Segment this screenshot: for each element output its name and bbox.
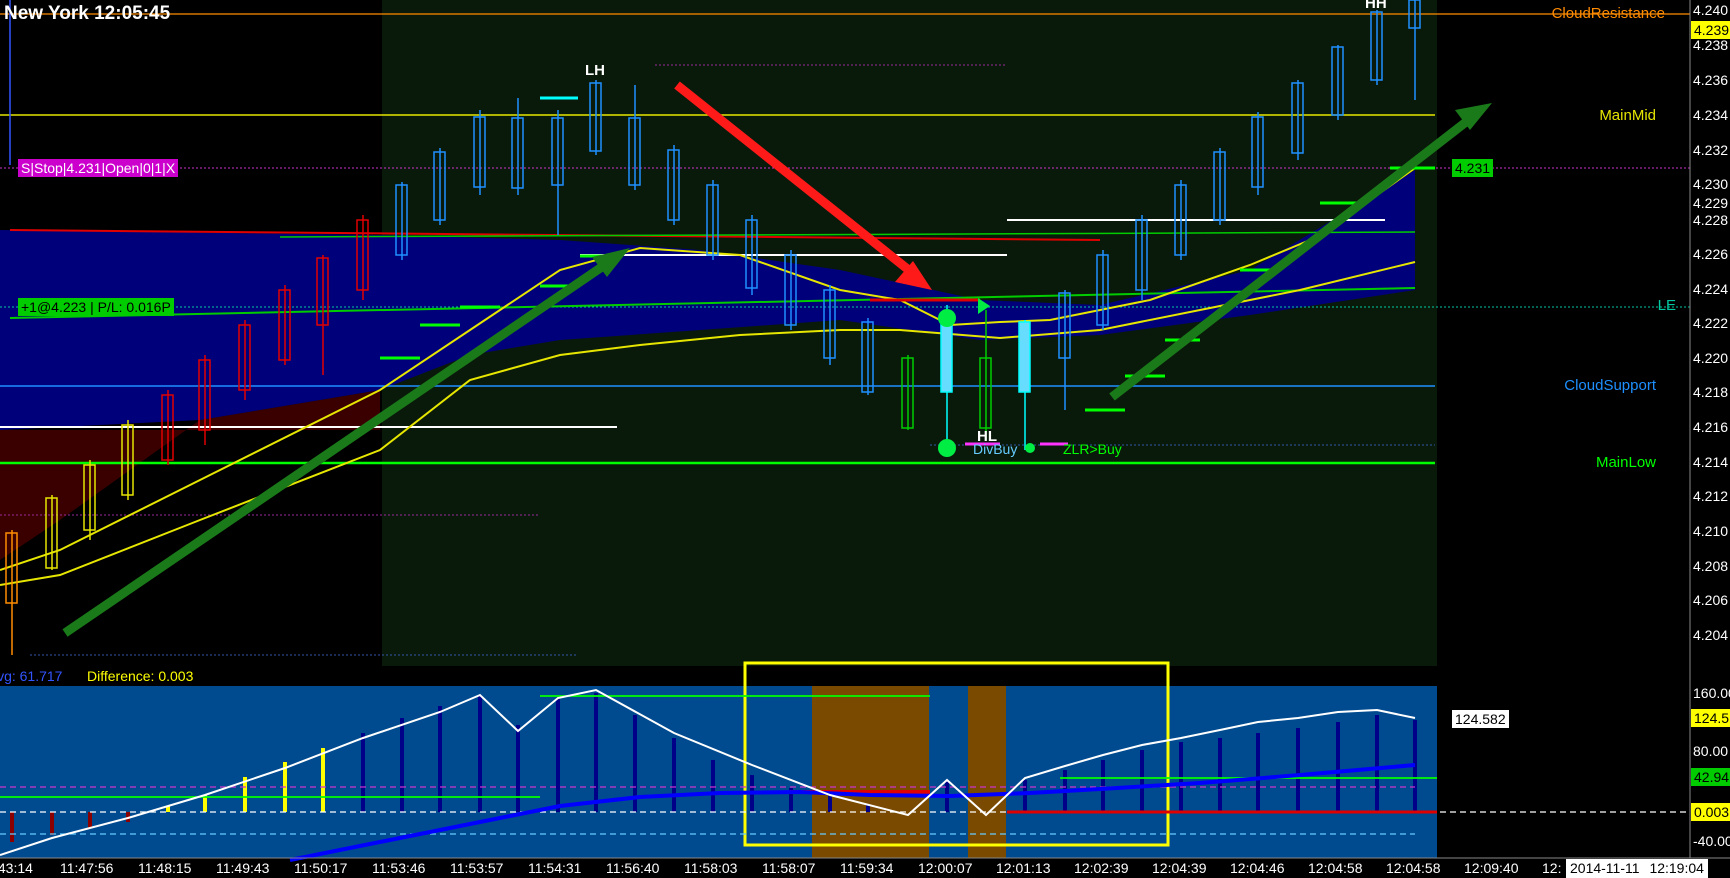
time-tick: 12: — [1542, 860, 1562, 876]
time-tick: 11:58:03 — [684, 860, 738, 876]
price-tick: 4.234 — [1693, 107, 1729, 123]
chart-title: New York 12:05:45 — [4, 3, 171, 24]
stop-order-tag[interactable]: S|Stop|4.231|Open|0|1|X — [18, 159, 179, 177]
time-tick: 11:53:46 — [372, 860, 426, 876]
time-tick: :43:14 — [0, 860, 33, 876]
time-axis-time: 12:19:04 — [1649, 860, 1704, 876]
position-tag[interactable]: +1@4.223 | P/L: 0.016P — [18, 298, 174, 316]
indicator-value-badge: 124.5 — [1691, 709, 1730, 727]
cloud-support-label: CloudSupport — [1564, 377, 1656, 394]
price-tick: 4.228 — [1693, 212, 1729, 228]
time-axis-date: 2014-11-11 — [1570, 860, 1640, 876]
time-axis-datetime: 2014-11-11 12:19:04 — [1566, 859, 1708, 878]
price-tick: 4.220 — [1693, 350, 1729, 366]
time-tick: 11:54:31 — [528, 860, 582, 876]
price-axis: 4.240 4.238 4.236 4.234 4.232 4.230 4.22… — [1693, 0, 1730, 660]
time-tick: 11:47:56 — [60, 860, 114, 876]
cloud-resistance-label: CloudResistance — [1551, 5, 1665, 22]
time-tick: 11:48:15 — [138, 860, 192, 876]
indicator-highlight-2 — [968, 686, 1006, 858]
swing-hh-label: HH — [1365, 0, 1387, 12]
price-tick: 4.206 — [1693, 592, 1729, 608]
time-tick: 12:02:39 — [1074, 860, 1129, 876]
le-label: LE — [1657, 297, 1676, 314]
swing-lh-label: LH — [585, 62, 605, 79]
indicator-tick: 80.00 — [1693, 743, 1729, 759]
time-tick: 11:49:43 — [216, 860, 270, 876]
time-tick: 12:04:39 — [1152, 860, 1207, 876]
stop-price-badge: 4.231 — [1452, 159, 1494, 177]
price-tick: 4.238 — [1693, 37, 1729, 53]
price-tick: 4.212 — [1693, 488, 1729, 504]
price-tick: 4.240 — [1693, 2, 1729, 18]
price-tick: 4.229 — [1693, 195, 1729, 211]
indicator-avg-label: Avg: 61.717 — [0, 668, 63, 684]
time-tick: 12:04:46 — [1230, 860, 1285, 876]
indicator-difference-label: Difference: 0.003 — [87, 668, 194, 684]
indicator-value-label: 124.582 — [1452, 710, 1509, 728]
time-axis: :43:14 11:47:56 11:48:15 11:49:43 11:50:… — [0, 859, 1730, 878]
trading-chart[interactable] — [0, 0, 1730, 878]
indicator-avg-badge: 42.94 — [1691, 768, 1730, 786]
time-tick: 11:56:40 — [606, 860, 660, 876]
indicator-highlight-1 — [812, 686, 929, 858]
indicator-zero-badge: 0.003 — [1691, 803, 1730, 821]
price-tick: 4.210 — [1693, 523, 1729, 539]
main-mid-label: MainMid — [1599, 107, 1656, 124]
time-tick: 12:04:58 — [1308, 860, 1363, 876]
indicator-tick: -40.00 — [1693, 833, 1730, 849]
time-tick: 11:50:17 — [294, 860, 348, 876]
time-tick: 11:58:07 — [762, 860, 816, 876]
price-tick: 4.230 — [1693, 176, 1729, 192]
time-tick: 12:04:58 — [1386, 860, 1441, 876]
indicator-tick: 160.00 — [1693, 685, 1730, 701]
zlr-buy-signal: ZLR>Buy — [1063, 441, 1122, 457]
price-tick: 4.218 — [1693, 384, 1729, 400]
time-tick: 12:01:13 — [996, 860, 1051, 876]
price-tick: 4.232 — [1693, 142, 1729, 158]
price-tick: 4.236 — [1693, 72, 1729, 88]
main-low-label: MainLow — [1595, 454, 1656, 471]
time-tick: 11:59:34 — [840, 860, 894, 876]
price-tick: 4.222 — [1693, 315, 1729, 331]
price-tick: 4.216 — [1693, 419, 1729, 435]
time-tick: 12:09:40 — [1464, 860, 1519, 876]
price-tick: 4.214 — [1693, 454, 1729, 470]
price-tick: 4.226 — [1693, 246, 1729, 262]
current-price-badge: 4.239 — [1691, 21, 1730, 39]
time-tick: 11:53:57 — [450, 860, 504, 876]
div-buy-signal: DivBuy — [973, 441, 1018, 457]
time-tick: 12:00:07 — [918, 860, 973, 876]
price-tick: 4.224 — [1693, 281, 1729, 297]
price-tick: 4.208 — [1693, 558, 1729, 574]
price-tick: 4.204 — [1693, 627, 1729, 643]
